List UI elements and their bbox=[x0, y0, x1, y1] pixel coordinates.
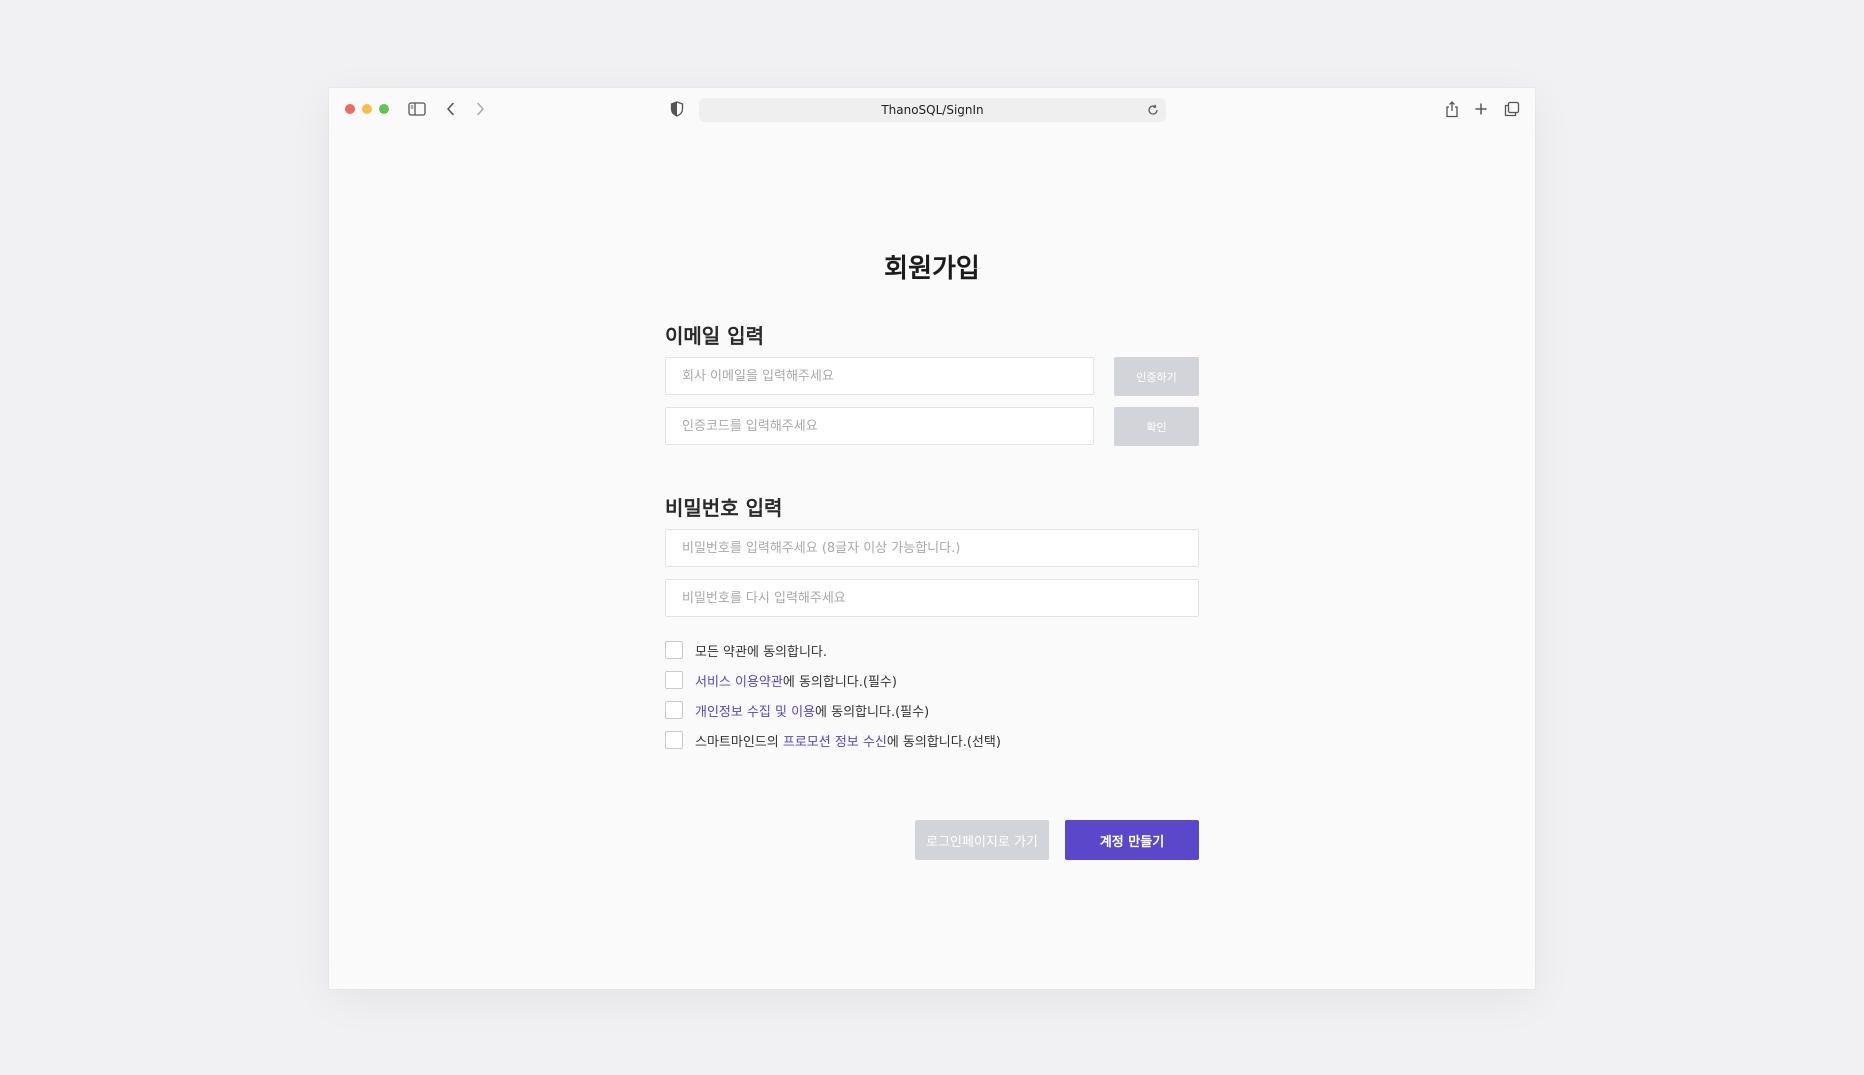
agree-privacy-checkbox[interactable] bbox=[665, 701, 683, 719]
agree-service-label: 에 동의합니다.(필수) bbox=[782, 674, 897, 690]
agree-service-checkbox[interactable] bbox=[665, 671, 683, 689]
agree-all-label: 모든 약관에 동의합니다. bbox=[695, 644, 827, 660]
browser-toolbar: ThanoSQL/SignIn bbox=[329, 88, 1535, 132]
close-window-icon[interactable] bbox=[345, 104, 355, 114]
agree-all-row: 모든 약관에 동의합니다. bbox=[665, 639, 827, 661]
verify-email-button[interactable]: 인증하기 bbox=[1114, 357, 1199, 396]
agree-privacy-row: 개인정보 수집 및 이용 에 동의합니다.(필수) bbox=[665, 699, 929, 721]
create-account-button[interactable]: 계정 만들기 bbox=[1065, 820, 1199, 860]
url-text: ThanoSQL/SignIn bbox=[881, 103, 984, 117]
minimize-window-icon[interactable] bbox=[362, 104, 372, 114]
page-title: 회원가입 bbox=[884, 254, 980, 284]
chevron-right-icon[interactable] bbox=[469, 98, 491, 120]
back-to-login-button[interactable]: 로그인페이지로 가기 bbox=[915, 820, 1049, 860]
password-section-heading: 비밀번호 입력 bbox=[665, 496, 783, 520]
agree-promo-checkbox[interactable] bbox=[665, 731, 683, 749]
privacy-policy-link[interactable]: 개인정보 수집 및 이용 bbox=[695, 701, 815, 720]
confirm-code-button[interactable]: 확인 bbox=[1114, 407, 1199, 446]
chevron-left-icon[interactable] bbox=[440, 98, 462, 120]
signup-page: 회원가입 이메일 입력 인증하기 확인 비밀번호 입력 모든 약관에 동의합니다… bbox=[329, 132, 1535, 989]
agree-service-row: 서비스 이용약관 에 동의합니다.(필수) bbox=[665, 669, 897, 691]
verification-code-input[interactable] bbox=[665, 407, 1094, 445]
browser-window: ThanoSQL/SignIn 회원가입 이메일 입력 인증하기 확인 비밀번호… bbox=[329, 88, 1535, 989]
sidebar-icon[interactable] bbox=[406, 98, 428, 120]
email-section-heading: 이메일 입력 bbox=[665, 324, 764, 348]
plus-icon[interactable] bbox=[1470, 98, 1492, 120]
agree-all-checkbox[interactable] bbox=[665, 641, 683, 659]
password-confirm-input[interactable] bbox=[665, 579, 1199, 617]
agree-promo-prefix: 스마트마인드의 bbox=[695, 734, 783, 750]
share-icon[interactable] bbox=[1441, 98, 1463, 120]
agree-promo-row: 스마트마인드의 프로모션 정보 수신 에 동의합니다.(선택) bbox=[665, 729, 1001, 751]
agree-privacy-label: 에 동의합니다.(필수) bbox=[815, 704, 930, 720]
tabs-overview-icon[interactable] bbox=[1501, 98, 1523, 120]
shield-icon[interactable] bbox=[666, 98, 688, 120]
agree-promo-label: 에 동의합니다.(선택) bbox=[886, 734, 1001, 750]
maximize-window-icon[interactable] bbox=[379, 104, 389, 114]
promotion-info-link[interactable]: 프로모션 정보 수신 bbox=[783, 731, 887, 750]
service-terms-link[interactable]: 서비스 이용약관 bbox=[695, 671, 783, 690]
password-input[interactable] bbox=[665, 529, 1199, 567]
address-bar[interactable]: ThanoSQL/SignIn bbox=[699, 98, 1166, 122]
email-input[interactable] bbox=[665, 357, 1094, 395]
reload-icon[interactable] bbox=[1144, 101, 1162, 119]
